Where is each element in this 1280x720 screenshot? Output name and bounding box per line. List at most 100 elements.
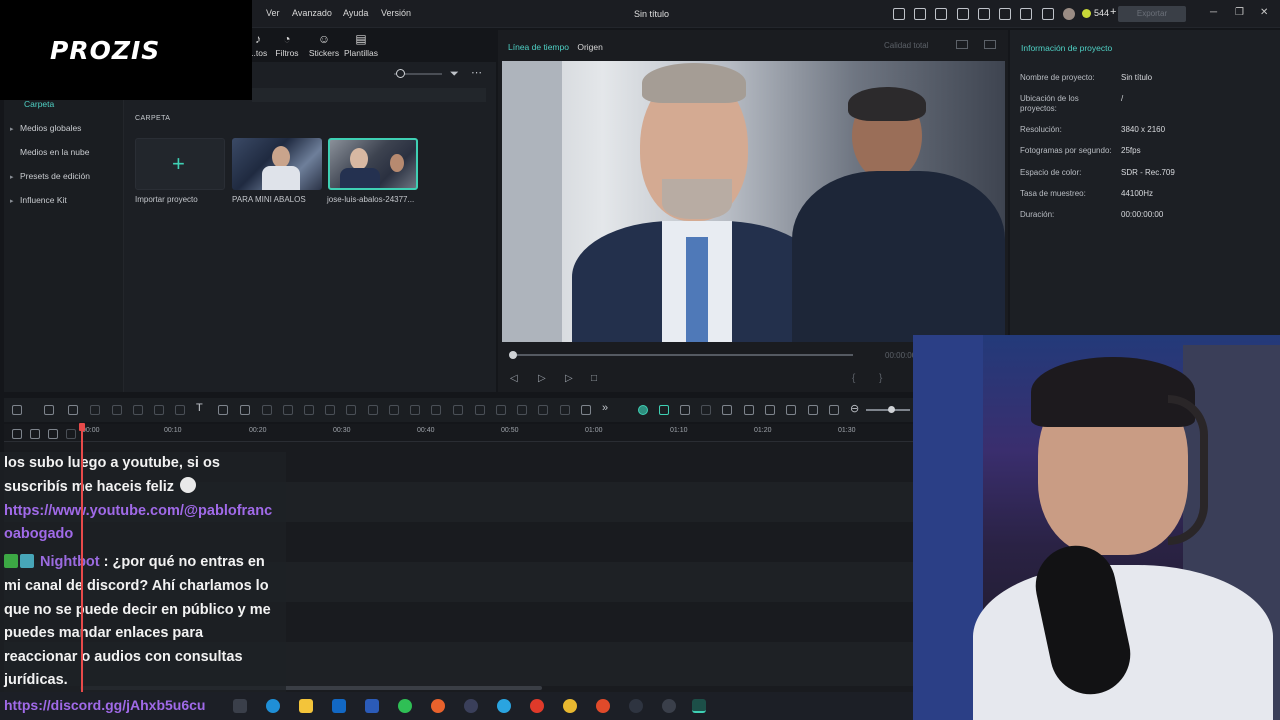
app-orange-icon[interactable] [596,699,610,713]
player-progress-knob[interactable] [509,351,517,359]
outlook-icon[interactable] [332,699,346,713]
mixer-icon[interactable] [786,405,796,415]
snap-icon[interactable] [659,405,669,415]
unlink-icon[interactable] [48,429,58,439]
edge-icon[interactable] [266,699,280,713]
play-back-icon[interactable]: ▷ [538,373,546,384]
keyframe-icon[interactable] [410,405,420,415]
menu-avanzado[interactable]: Avanzado [292,8,332,18]
mark-out-icon[interactable]: } [879,373,882,384]
firefox-icon[interactable] [431,699,445,713]
cloud-icon[interactable] [999,8,1011,20]
prev-frame-icon[interactable]: ◁ [510,373,518,384]
credits-count[interactable]: 544 [1094,8,1109,18]
snapshot-icon[interactable] [956,40,968,49]
transform-icon[interactable] [175,405,185,415]
menu-version[interactable]: Versión [381,8,411,18]
redo-icon[interactable] [90,405,100,415]
mic-icon[interactable] [765,405,775,415]
tab-templates[interactable]: ▤ Plantillas [339,32,383,58]
shapes-icon[interactable] [935,8,947,20]
explorer-icon[interactable] [299,699,313,713]
green-screen-icon[interactable] [368,405,378,415]
chat-username[interactable]: Nightbot [40,554,100,570]
magnet-icon[interactable] [722,405,732,415]
sidebar-item-presets[interactable]: ▸ Presets de edición [10,171,90,181]
cut-icon[interactable] [133,405,143,415]
player-progress-track[interactable] [510,354,853,356]
delete-icon[interactable] [112,405,122,415]
freeze-icon[interactable] [517,405,527,415]
audio-icon[interactable] [389,405,399,415]
filmora-icon[interactable] [692,699,706,713]
chat-link[interactable]: https://discord.gg/jAhxb5u6cu [4,697,205,713]
render-icon[interactable] [680,405,690,415]
stabilize-icon[interactable] [325,405,335,415]
subtitle-icon[interactable] [453,405,463,415]
playhead[interactable] [81,424,83,694]
media-thumbnail-para-mini-abalos[interactable] [232,138,322,190]
chat-link[interactable]: https://www.youtube.com/@pablofranc [4,500,272,524]
timeline-ruler[interactable] [4,424,914,442]
timeline-zoom-knob[interactable] [888,406,895,413]
motion-icon[interactable] [560,405,570,415]
obs-icon[interactable] [629,699,643,713]
send-icon[interactable] [914,8,926,20]
ai-icon[interactable] [218,405,228,415]
detach-icon[interactable] [496,405,506,415]
app-red-icon[interactable] [530,699,544,713]
settings-icon[interactable] [12,429,22,439]
word-icon[interactable] [365,699,379,713]
effects-icon[interactable] [581,405,591,415]
gift-icon[interactable] [893,8,905,20]
text-style-icon[interactable] [431,405,441,415]
import-project-tile[interactable]: + [135,138,225,190]
support-icon[interactable] [1020,8,1032,20]
quality-select[interactable]: Calidad total [884,41,928,50]
telegram-icon[interactable] [497,699,511,713]
crop-icon[interactable] [154,405,164,415]
export-button[interactable]: Exportar [1118,6,1186,22]
playhead-handle[interactable] [79,423,85,431]
whatsapp-icon[interactable] [398,699,412,713]
grid-icon[interactable] [1042,8,1054,20]
monitor-icon[interactable] [957,8,969,20]
filter-sort-icon[interactable]: ⏷ [450,68,459,81]
color-icon[interactable] [304,405,314,415]
mask-icon[interactable] [240,405,250,415]
ai-assistant-icon[interactable] [638,405,648,415]
chat-link[interactable]: oabogado [4,523,73,547]
picture-icon[interactable] [808,405,818,415]
avatar[interactable] [1063,8,1075,20]
play-icon[interactable]: ▷ [565,373,573,384]
chrome-icon[interactable] [563,699,577,713]
sidebar-item-cloud-media[interactable]: Medios en la nube [10,147,89,157]
menu-ayuda[interactable]: Ayuda [343,8,368,18]
minimize-icon[interactable]: ─ [1210,7,1217,18]
save-icon[interactable] [978,8,990,20]
duration-icon[interactable] [346,405,356,415]
lock-icon[interactable] [66,429,76,439]
undo-icon[interactable] [68,405,78,415]
zoom-icon[interactable] [283,405,293,415]
scene-icon[interactable] [829,405,839,415]
close-icon[interactable]: ✕ [1260,7,1268,18]
sidebar-item-influence-kit[interactable]: ▸ Influence Kit [10,195,67,205]
add-credits-icon[interactable]: + [1110,6,1116,18]
more-tools-icon[interactable]: » [602,402,608,414]
app-dark-icon[interactable] [662,699,676,713]
maximize-icon[interactable]: ❐ [1235,7,1244,18]
stop-icon[interactable]: □ [591,373,597,384]
reverse-icon[interactable] [538,405,548,415]
speed-icon[interactable] [262,405,272,415]
link-tracks-icon[interactable] [30,429,40,439]
media-zoom-knob[interactable] [396,69,405,78]
task-view-icon[interactable] [233,699,247,713]
text-icon[interactable]: T [196,402,203,414]
graph-icon[interactable] [984,40,996,49]
menu-ver[interactable]: Ver [266,8,280,18]
link-icon[interactable] [701,405,711,415]
tab-timeline[interactable]: Línea de tiempo [508,42,569,52]
sidebar-item-carpeta[interactable]: Carpeta [24,99,54,109]
video-preview[interactable] [502,61,1005,342]
